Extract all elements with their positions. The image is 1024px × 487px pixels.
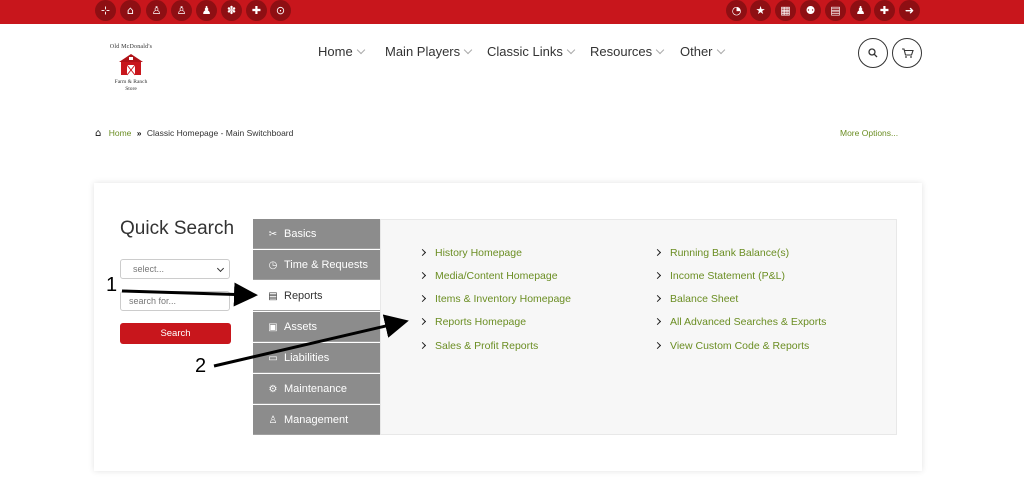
- annotation-arrow-1: [121, 282, 258, 307]
- annotation-arrows: [121, 282, 409, 368]
- annotation-arrow-2: [213, 314, 409, 368]
